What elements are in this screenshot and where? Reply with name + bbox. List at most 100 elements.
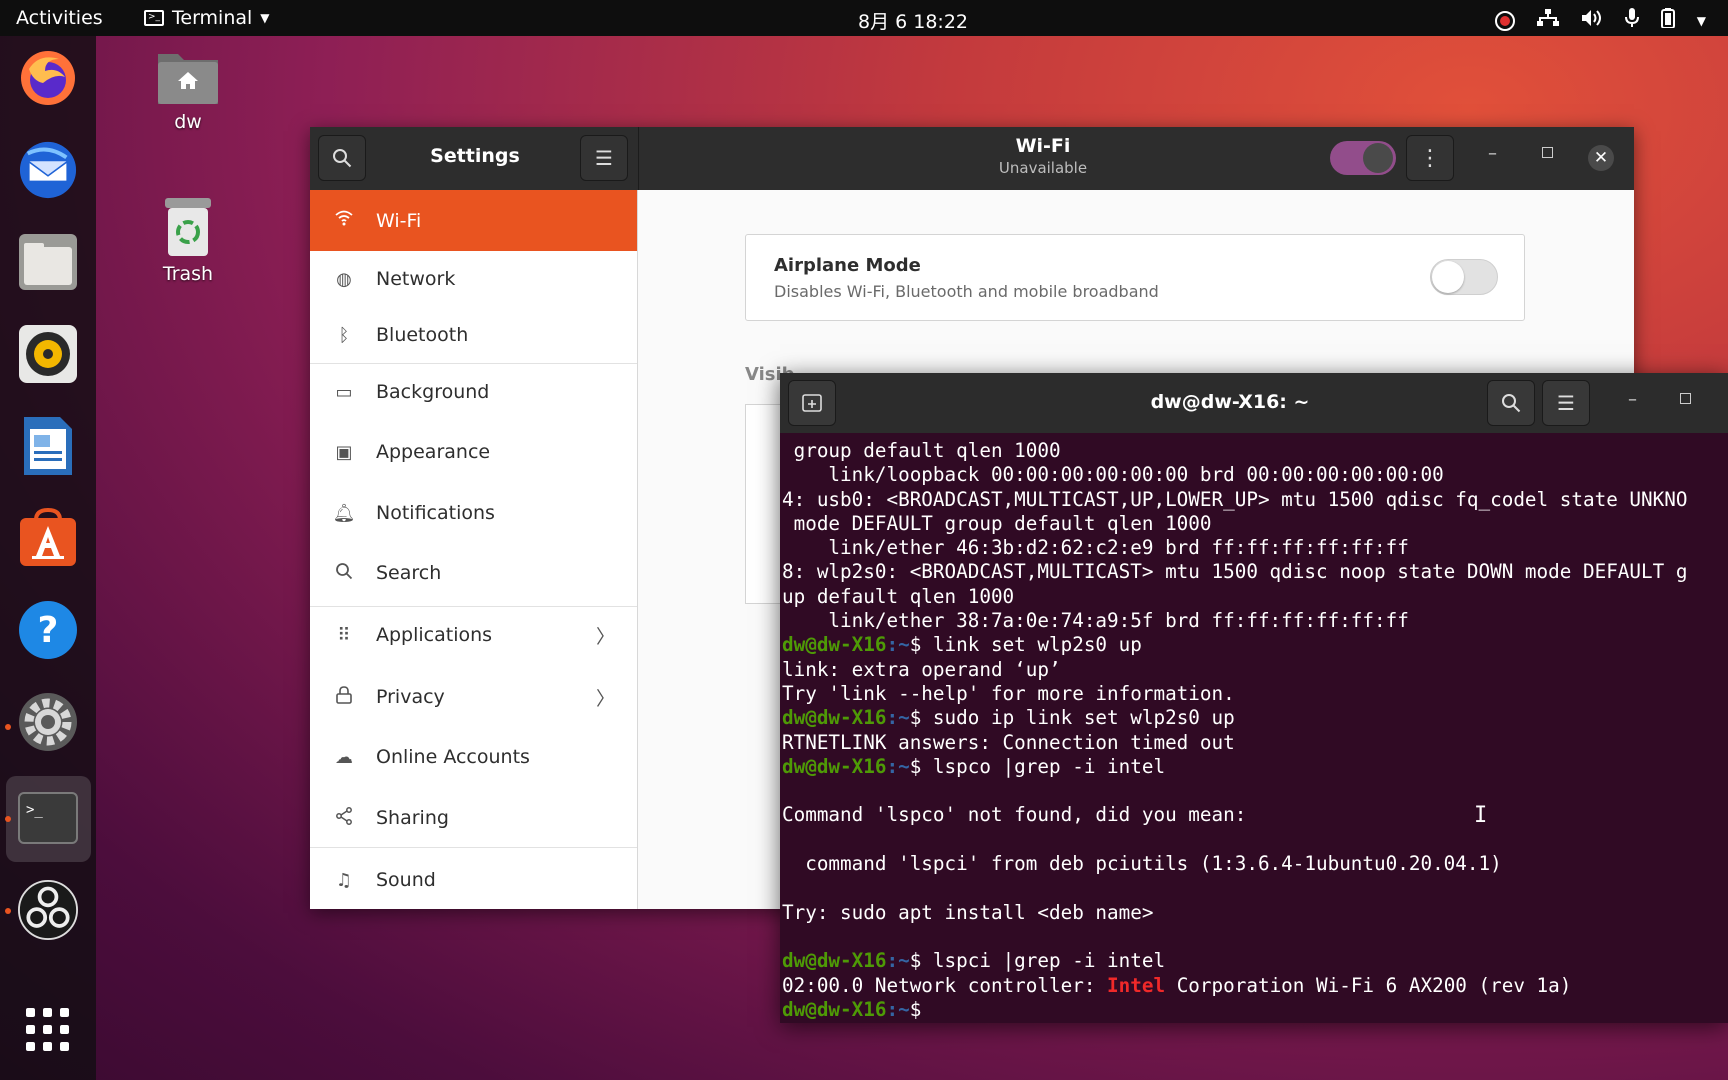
sidebar-item-applications[interactable]: ⠿ Applications 〉 (310, 607, 637, 663)
volume-icon[interactable] (1581, 9, 1603, 32)
terminal-output[interactable]: group default qlen 1000 link/loopback 00… (782, 439, 1728, 1019)
trash-icon (165, 198, 211, 256)
prompt-path: :~ (886, 997, 910, 1019)
terminal-minimize-button[interactable]: – (1628, 389, 1637, 410)
chevron-right-icon: 〉 (595, 687, 615, 710)
network-wired-icon[interactable] (1536, 9, 1559, 32)
sidebar-item-label: Appearance (376, 441, 491, 463)
sidebar-item-search[interactable]: Search (310, 545, 637, 601)
home-folder-icon (158, 54, 218, 104)
close-button[interactable]: ✕ (1588, 145, 1614, 171)
desktop-home-folder[interactable]: dw (143, 48, 233, 133)
settings-menu-button[interactable]: ☰ (580, 135, 628, 181)
output-text: RTNETLINK answers: Connection timed out (782, 730, 1235, 754)
help-icon: ? (19, 601, 77, 659)
recording-indicator-icon[interactable] (1494, 10, 1515, 31)
sidebar-item-sharing[interactable]: Sharing (310, 790, 637, 846)
thunderbird-icon (19, 141, 77, 199)
output-text: link: extra operand ‘up’ (782, 657, 1061, 681)
sidebar-item-privacy[interactable]: Privacy 〉 (310, 669, 637, 725)
wifi-toggle-knob (1363, 143, 1393, 173)
hamburger-icon: ☰ (595, 146, 613, 170)
terminal-icon: >_ (18, 792, 78, 844)
sidebar-item-appearance[interactable]: ▣ Appearance (310, 424, 637, 480)
obs-icon (18, 880, 78, 940)
thunderbird-launcher[interactable] (18, 140, 78, 200)
airplane-mode-toggle[interactable] (1430, 259, 1498, 295)
clock[interactable]: 8月 6 18:22 (858, 7, 968, 34)
terminal-line: link/ether 46:3b:d2:62:c2:e9 brd ff:ff:f… (782, 536, 1728, 560)
terminal-line: 4: usb0: <BROADCAST,MULTICAST,UP,LOWER_U… (782, 488, 1728, 512)
activities-button[interactable]: Activities (16, 7, 103, 29)
system-tray[interactable]: ▼ (1494, 8, 1706, 33)
firefox-launcher[interactable] (18, 48, 78, 108)
sidebar-item-sound[interactable]: ♫ Sound (310, 852, 637, 908)
settings-header-bar: Settings ☰ Wi-Fi Unavailable ⋮ – ✕ (310, 127, 1634, 190)
sidebar-item-online-accounts[interactable]: ☁︎ Online Accounts (310, 729, 637, 785)
appearance-icon: ▣ (335, 441, 353, 463)
obs-launcher[interactable] (18, 880, 78, 940)
terminal-menu-button[interactable]: ☰ (1542, 380, 1590, 426)
files-launcher[interactable] (18, 232, 78, 292)
app-menu[interactable]: >_ Terminal ▼ (144, 7, 270, 29)
maximize-icon (1680, 393, 1691, 404)
chevron-right-icon: 〉 (595, 625, 615, 648)
terminal-app-icon: >_ (144, 10, 164, 26)
terminal-window: dw@dw-X16: ~ ☰ – group default qlen 1000… (780, 373, 1728, 1023)
vertical-dots-icon: ⋮ (1419, 145, 1441, 171)
command-text: $ (909, 997, 933, 1019)
desktop-home-label: dw (174, 111, 202, 133)
desktop-trash-label: Trash (162, 263, 214, 285)
sidebar-item-background[interactable]: ▭ Background (310, 364, 637, 420)
grid-icon: ⠿ (337, 624, 351, 646)
running-indicator (5, 816, 11, 822)
battery-icon[interactable] (1660, 8, 1675, 33)
show-applications-button[interactable] (18, 1000, 78, 1060)
sidebar-item-label: Sharing (376, 807, 449, 829)
airplane-mode-row[interactable]: Airplane Mode Disables Wi-Fi, Bluetooth … (745, 234, 1525, 321)
minimize-button[interactable]: – (1488, 143, 1497, 164)
sidebar-item-wifi[interactable]: Wi-Fi (310, 190, 637, 251)
software-launcher[interactable] (18, 508, 78, 568)
libreoffice-writer-launcher[interactable] (18, 416, 78, 476)
sidebar-item-bluetooth[interactable]: ᛒ Bluetooth (310, 307, 637, 363)
terminal-line: dw@dw-X16:~$ sudo ip link set wlp2s0 up (782, 706, 1728, 730)
maximize-button[interactable] (1542, 143, 1553, 162)
sidebar-item-notifications[interactable]: 🔔︎ Notifications (310, 485, 637, 541)
running-indicator (5, 908, 11, 914)
firefox-icon (21, 51, 75, 105)
system-menu-chevron-icon[interactable]: ▼ (1697, 14, 1706, 28)
wifi-toggle[interactable] (1330, 141, 1396, 175)
speaker-icon (19, 325, 77, 383)
search-icon (330, 562, 358, 585)
sidebar-item-network[interactable]: ◍ Network (310, 251, 637, 307)
search-icon (1502, 394, 1521, 413)
output-text: mode DEFAULT group default qlen 1000 (782, 511, 1212, 535)
panel-title: Wi-Fi (1015, 135, 1071, 157)
sidebar-item-label: Notifications (376, 502, 495, 524)
terminal-line: group default qlen 1000 (782, 439, 1728, 463)
panel-title-block: Wi-Fi Unavailable (640, 135, 1446, 177)
prompt-path: :~ (886, 706, 910, 730)
settings-launcher[interactable] (18, 692, 78, 752)
share-icon (330, 806, 358, 830)
terminal-search-button[interactable] (1487, 380, 1535, 426)
networks-list (745, 404, 785, 604)
panel-more-button[interactable]: ⋮ (1406, 135, 1454, 181)
sidebar-item-label: Bluetooth (376, 324, 469, 346)
microphone-icon[interactable] (1624, 8, 1639, 33)
sidebar-item-label: Network (376, 268, 456, 290)
terminal-launcher[interactable]: >_ (18, 788, 78, 848)
app-grid-icon (26, 1008, 69, 1051)
help-launcher[interactable]: ? (18, 600, 78, 660)
svg-text:?: ? (38, 610, 59, 651)
airplane-toggle-knob (1432, 261, 1464, 293)
rhythmbox-launcher[interactable] (18, 324, 78, 384)
prompt-user: dw@dw-X16 (782, 706, 887, 730)
output-text: 4: usb0: <BROADCAST,MULTICAST,UP,LOWER_U… (782, 487, 1688, 511)
terminal-maximize-button[interactable] (1680, 389, 1691, 408)
top-bar: Activities >_ Terminal ▼ 8月 6 18:22 ▼ (0, 0, 1728, 36)
desktop-trash[interactable]: Trash (143, 196, 233, 285)
app-menu-label: Terminal (172, 7, 253, 29)
